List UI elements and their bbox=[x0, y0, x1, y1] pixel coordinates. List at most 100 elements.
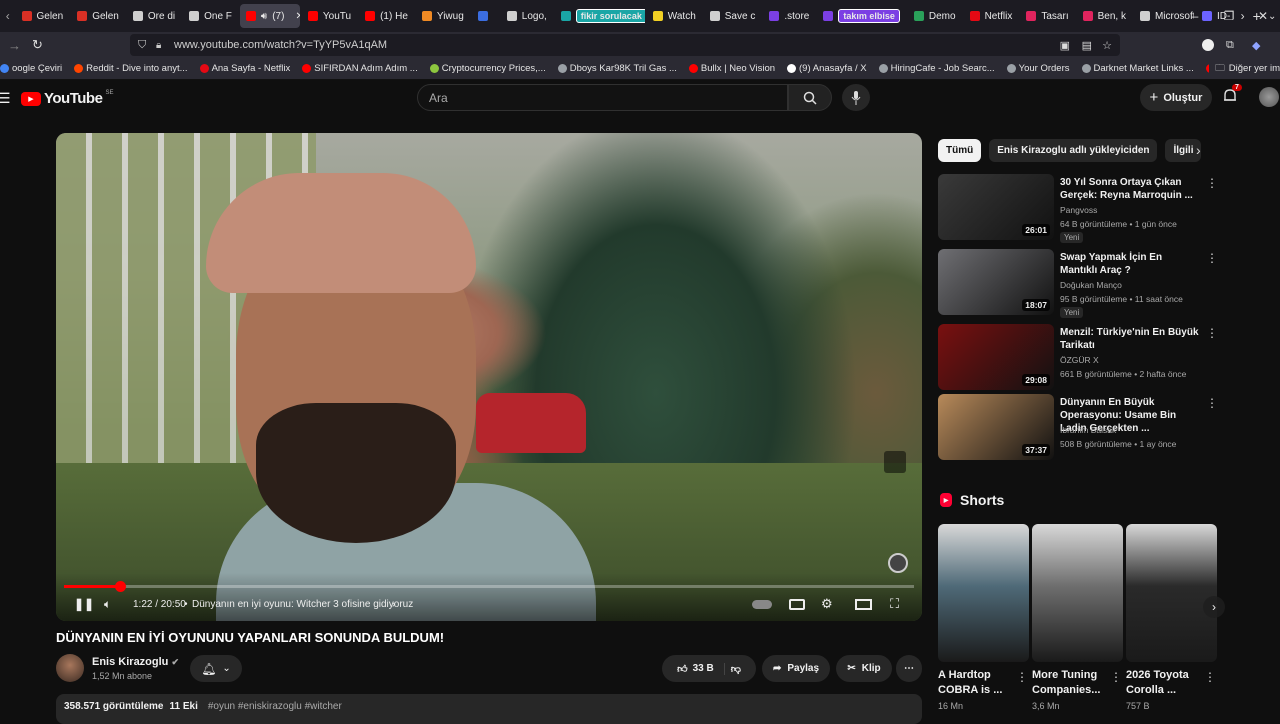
menu-icon[interactable]: ☰ bbox=[0, 90, 11, 107]
video-channel[interactable]: Pangvoss bbox=[1060, 205, 1097, 215]
theater-mode-icon[interactable] bbox=[855, 599, 872, 610]
more-vert-icon[interactable]: ⋮ bbox=[1110, 670, 1122, 684]
bookmark-item[interactable]: Darknet Market Links ... bbox=[1082, 63, 1194, 74]
chapter-chevron-icon[interactable]: › bbox=[392, 599, 395, 610]
youtube-logo[interactable]: ▶ YouTube SE bbox=[21, 90, 113, 107]
pause-icon[interactable]: ❚❚ bbox=[74, 597, 94, 611]
reload-icon[interactable]: ↻ bbox=[32, 37, 43, 53]
picture-icon[interactable]: ▣ bbox=[1060, 39, 1070, 52]
copilot-icon[interactable]: ◆ bbox=[1252, 39, 1260, 52]
more-vert-icon[interactable]: ⋮ bbox=[1206, 176, 1218, 190]
account-icon[interactable] bbox=[1202, 39, 1214, 51]
clip-button[interactable]: ✂ Klip bbox=[836, 655, 892, 682]
browser-tab[interactable]: takım elbise bbox=[817, 4, 906, 28]
video-channel[interactable]: İbrahim Balsak bbox=[1060, 425, 1116, 435]
chapter-title[interactable]: Dünyanın en iyi oyunu: Witcher 3 ofisine… bbox=[192, 599, 413, 610]
like-button[interactable]: 👍︎ 33 B bbox=[677, 663, 725, 675]
share-button[interactable]: ➦ Paylaş bbox=[762, 655, 830, 682]
video-channel[interactable]: ÖZGÜR X bbox=[1060, 355, 1099, 365]
browser-tab[interactable]: fikir sorulacak bbox=[555, 4, 645, 28]
scrubber-handle[interactable] bbox=[115, 581, 126, 592]
search-button[interactable] bbox=[788, 84, 832, 111]
browser-tab[interactable]: Watch bbox=[647, 4, 702, 28]
bookmark-item[interactable]: SIFIRDAN Adım Adım ... bbox=[302, 63, 417, 74]
browser-tab[interactable]: YouTu bbox=[302, 4, 357, 28]
short-title[interactable]: A Hardtop COBRA is ... bbox=[938, 668, 1018, 698]
address-bar[interactable]: ⛉ 🔒︎ www.youtube.com/watch?v=TyYP5vA1qAM… bbox=[130, 34, 1120, 56]
video-title[interactable]: Menzil: Türkiye'nin En Büyük Tarikatı bbox=[1060, 326, 1200, 352]
bookmark-item[interactable]: (9) Anasayfa / X bbox=[787, 63, 867, 74]
video-thumbnail[interactable]: 29:08 bbox=[938, 324, 1054, 390]
tab-audio-icon[interactable]: 🔊︎ bbox=[261, 11, 267, 22]
miniplayer-icon[interactable] bbox=[884, 451, 906, 473]
subscribed-bell-button[interactable]: 🔔︎ ⌄ bbox=[190, 655, 242, 682]
short-title[interactable]: More Tuning Companies... bbox=[1032, 668, 1112, 698]
video-title[interactable]: Swap Yapmak İçin En Mantıklı Araç ? bbox=[1060, 251, 1200, 277]
bookmark-item[interactable]: HiringCafe - Job Searc... bbox=[879, 63, 995, 74]
chips-next-icon[interactable]: › bbox=[1196, 142, 1201, 158]
fullscreen-icon[interactable]: ⛶ bbox=[890, 596, 899, 612]
browser-tab[interactable]: Ore di bbox=[127, 4, 181, 28]
recommended-video[interactable]: 37:37Dünyanın En Büyük Operasyonu: Usame… bbox=[938, 394, 1218, 460]
browser-tab[interactable]: .store bbox=[763, 4, 815, 28]
recommended-video[interactable]: 29:08Menzil: Türkiye'nin En Büyük Tarika… bbox=[938, 324, 1218, 390]
browser-tab[interactable]: (1) He bbox=[359, 4, 414, 28]
notifications-button[interactable]: 7 bbox=[1222, 88, 1240, 106]
browser-tab[interactable]: Logo, bbox=[501, 4, 553, 28]
channel-watermark-icon[interactable] bbox=[888, 553, 908, 573]
subtitles-icon[interactable] bbox=[789, 599, 805, 610]
recommended-video[interactable]: 18:07Swap Yapmak İçin En Mantıklı Araç ?… bbox=[938, 249, 1218, 315]
browser-tab[interactable]: Gelen bbox=[16, 4, 70, 28]
close-window-icon[interactable]: ✕ bbox=[1246, 9, 1280, 23]
browser-tab[interactable]: 🔊︎(7)✕ bbox=[240, 4, 300, 28]
browser-tab[interactable]: Save c bbox=[704, 4, 762, 28]
autoplay-toggle[interactable] bbox=[752, 600, 772, 609]
video-channel[interactable]: Doğukan Manço bbox=[1060, 280, 1122, 290]
shield-icon[interactable]: ⛉ bbox=[138, 39, 146, 52]
browser-tab[interactable]: Yiwug bbox=[416, 4, 470, 28]
more-actions-button[interactable]: ⋯ bbox=[896, 655, 922, 682]
channel-name[interactable]: Enis Kirazoglu ✔ bbox=[92, 656, 179, 668]
more-vert-icon[interactable]: ⋮ bbox=[1016, 670, 1028, 684]
video-title[interactable]: 30 Yıl Sonra Ortaya Çıkan Gerçek: Reyna … bbox=[1060, 176, 1200, 202]
url-text[interactable]: www.youtube.com/watch?v=TyYP5vA1qAM bbox=[174, 39, 387, 51]
create-button[interactable]: + Oluştur bbox=[1140, 84, 1212, 111]
short-thumbnail[interactable] bbox=[1126, 524, 1217, 662]
browser-tab[interactable]: Ben, k bbox=[1077, 4, 1132, 28]
bookmark-item[interactable]: oogle Çeviri bbox=[0, 63, 62, 74]
back-icon[interactable]: → bbox=[8, 38, 21, 53]
minimize-icon[interactable]: – bbox=[1178, 9, 1212, 23]
other-bookmarks[interactable]: 🗀︎ Diğer yer im bbox=[1209, 61, 1280, 77]
browser-tab[interactable]: Gelen bbox=[71, 4, 125, 28]
maximize-icon[interactable]: ❐ bbox=[1212, 9, 1246, 23]
shorts-next-icon[interactable]: › bbox=[1203, 596, 1225, 618]
settings-icon[interactable]: ⚙ bbox=[821, 596, 833, 612]
hashtags[interactable]: #oyun #eniskirazoglu #witcher bbox=[208, 701, 342, 717]
browser-tab[interactable]: Tasarı bbox=[1020, 4, 1074, 28]
bookmark-star-icon[interactable]: ☆ bbox=[1102, 39, 1112, 52]
progress-bar[interactable] bbox=[64, 585, 914, 588]
short-thumbnail[interactable] bbox=[938, 524, 1029, 662]
browser-tab[interactable]: Demo bbox=[908, 4, 962, 28]
video-thumbnail[interactable]: 26:01 bbox=[938, 174, 1054, 240]
lock-icon[interactable]: 🔒︎ bbox=[156, 40, 161, 51]
bookmark-item[interactable]: Ana Sayfa - Netflix bbox=[200, 63, 291, 74]
video-thumbnail[interactable]: 37:37 bbox=[938, 394, 1054, 460]
short-title[interactable]: 2026 Toyota Corolla ... bbox=[1126, 668, 1206, 698]
bookmark-item[interactable]: Cryptocurrency Prices,... bbox=[430, 63, 546, 74]
dislike-button[interactable]: 👎︎ bbox=[731, 663, 741, 675]
browser-tab[interactable] bbox=[472, 4, 499, 28]
chip-all[interactable]: Tümü bbox=[938, 139, 981, 162]
bookmark-item[interactable]: Bullx | Neo Vision bbox=[689, 63, 775, 74]
search-input[interactable]: Ara bbox=[417, 84, 788, 111]
more-vert-icon[interactable]: ⋮ bbox=[1206, 251, 1218, 265]
voice-search-button[interactable] bbox=[842, 84, 870, 111]
more-vert-icon[interactable]: ⋮ bbox=[1206, 396, 1218, 410]
browser-tab[interactable]: Netflix bbox=[964, 4, 1019, 28]
more-vert-icon[interactable]: ⋮ bbox=[1204, 670, 1216, 684]
video-player[interactable]: ❚❚ 🔈︎ 1:22 / 20:50 • Dünyanın en iyi oyu… bbox=[56, 133, 922, 621]
chip-uploader[interactable]: Enis Kirazoglu adlı yükleyiciden bbox=[989, 139, 1157, 162]
recommended-video[interactable]: 26:0130 Yıl Sonra Ortaya Çıkan Gerçek: R… bbox=[938, 174, 1218, 240]
tab-scroll-left-icon[interactable]: ‹ bbox=[0, 9, 16, 23]
reader-icon[interactable]: ▤ bbox=[1082, 39, 1092, 52]
